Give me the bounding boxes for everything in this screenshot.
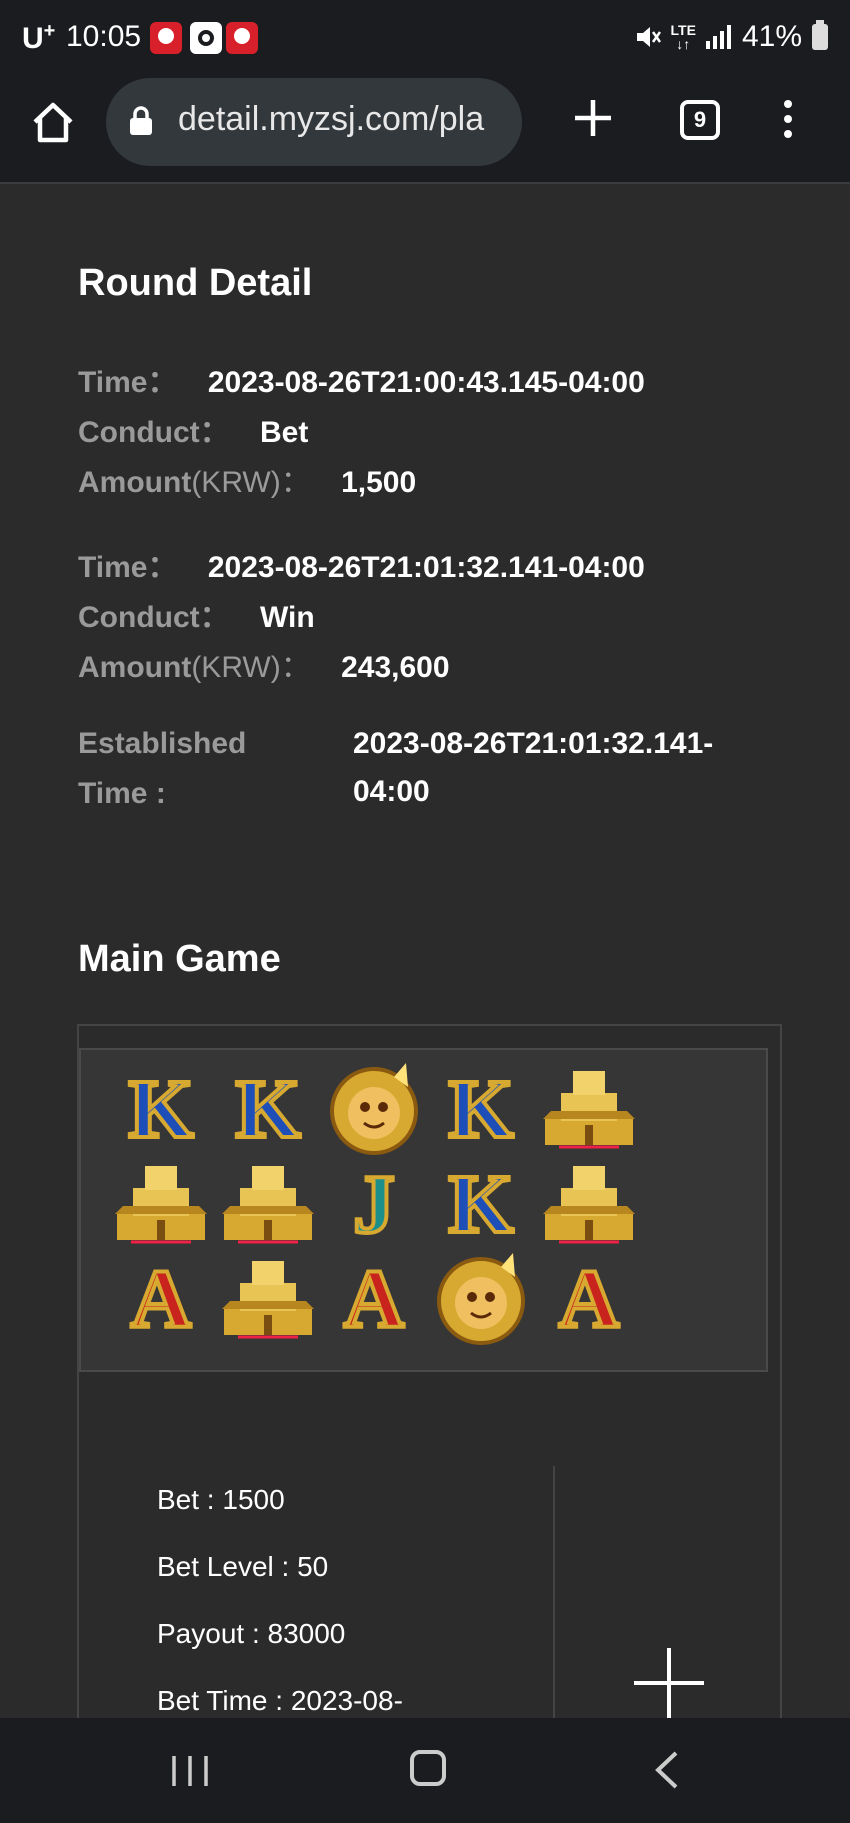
battery-percent: 41% [741, 20, 802, 53]
svg-text:A: A [131, 1253, 192, 1346]
network-type-icon: LTE ↓↑ [670, 22, 696, 52]
recent-apps-icon[interactable] [170, 1754, 210, 1788]
symbol-a-icon: A [111, 1247, 211, 1347]
back-icon[interactable] [652, 1750, 682, 1790]
svg-text:K: K [448, 1158, 513, 1251]
notification-app-icon [190, 22, 222, 54]
new-tab-icon[interactable] [573, 98, 613, 138]
payout-text: Payout : 83000 [157, 1618, 346, 1649]
main-game-title: Main Game [78, 938, 281, 980]
symbol-j-icon: J [324, 1152, 424, 1252]
record-2-amount: Amount(KRW)： 243,600 [78, 651, 450, 684]
screen: { "status_bar": { "carrier": "U", "carri… [0, 0, 850, 1823]
symbol-k-icon: K [431, 1152, 531, 1252]
notification-app-icon [150, 22, 182, 54]
tab-switcher-button[interactable]: 9 [680, 100, 720, 140]
symbol-temple-icon [539, 1152, 639, 1252]
clock: 10:05 [66, 20, 142, 53]
signal-icon [705, 25, 731, 49]
carrier-label: U+ [22, 20, 56, 55]
overflow-menu-icon[interactable] [778, 100, 798, 144]
lock-icon [130, 106, 152, 135]
symbol-temple-icon [111, 1152, 211, 1252]
established-time-value-line2: 04:00 [353, 775, 430, 808]
record-1-conduct: Conduct： Bet [78, 416, 309, 449]
symbol-temple-icon [218, 1247, 318, 1347]
page-content: Round Detail Time： 2023-08-26T21:00:43.1… [0, 186, 850, 1726]
record-1-amount: Amount(KRW)： 1,500 [78, 466, 417, 499]
symbol-wild-monkey-icon [431, 1247, 531, 1347]
record-2-conduct: Conduct： Win [78, 601, 315, 634]
established-time-label-line2: Time : [78, 777, 166, 810]
symbol-a-icon: A [324, 1247, 424, 1347]
symbol-a-icon: A [539, 1247, 639, 1347]
symbol-temple-icon [539, 1057, 639, 1157]
svg-text:A: A [559, 1253, 620, 1346]
symbol-k-icon: K [431, 1057, 531, 1157]
record-1-time: Time： 2023-08-26T21:00:43.145-04:00 [78, 366, 645, 399]
address-bar[interactable]: detail.myzsj.com/pla [106, 78, 522, 166]
bet-text: Bet : 1500 [157, 1484, 285, 1515]
svg-text:A: A [344, 1253, 405, 1346]
round-detail-title: Round Detail [78, 262, 313, 304]
svg-text:K: K [235, 1063, 300, 1156]
notification-app-icon [226, 22, 258, 54]
svg-text:J: J [353, 1158, 395, 1251]
established-time-value-line1: 2023-08-26T21:01:32.141- [353, 727, 714, 760]
bet-level-text: Bet Level : 50 [157, 1551, 329, 1582]
svg-text:K: K [128, 1063, 193, 1156]
system-home-icon[interactable] [410, 1750, 446, 1786]
bet-time-text: Bet Time : 2023-08- [157, 1685, 403, 1716]
game-panel: KKKJKAAA Bet : 1500 Bet Level : 50 Payou… [77, 1024, 782, 1726]
url-text: detail.myzsj.com/pla [178, 100, 485, 138]
divider [553, 1466, 555, 1726]
battery-icon [812, 20, 828, 50]
symbol-k-icon: K [111, 1057, 211, 1157]
mute-icon [636, 27, 661, 47]
symbol-k-icon: K [218, 1057, 318, 1157]
status-bar: U+ 10:05 LTE ↓↑ 41% [0, 0, 850, 76]
reel-grid: KKKJKAAA [79, 1048, 768, 1372]
browser-toolbar: detail.myzsj.com/pla 9 [0, 76, 850, 184]
home-icon[interactable] [30, 100, 76, 146]
symbol-temple-icon [218, 1152, 318, 1252]
record-2-time: Time： 2023-08-26T21:01:32.141-04:00 [78, 551, 645, 584]
expand-plus-icon[interactable] [634, 1648, 704, 1718]
svg-text:K: K [448, 1063, 513, 1156]
status-icons: LTE ↓↑ 41% [635, 20, 828, 54]
established-time-label-line1: Established [78, 727, 247, 760]
system-nav-bar [0, 1718, 850, 1823]
symbol-wild-monkey-icon [324, 1057, 424, 1157]
